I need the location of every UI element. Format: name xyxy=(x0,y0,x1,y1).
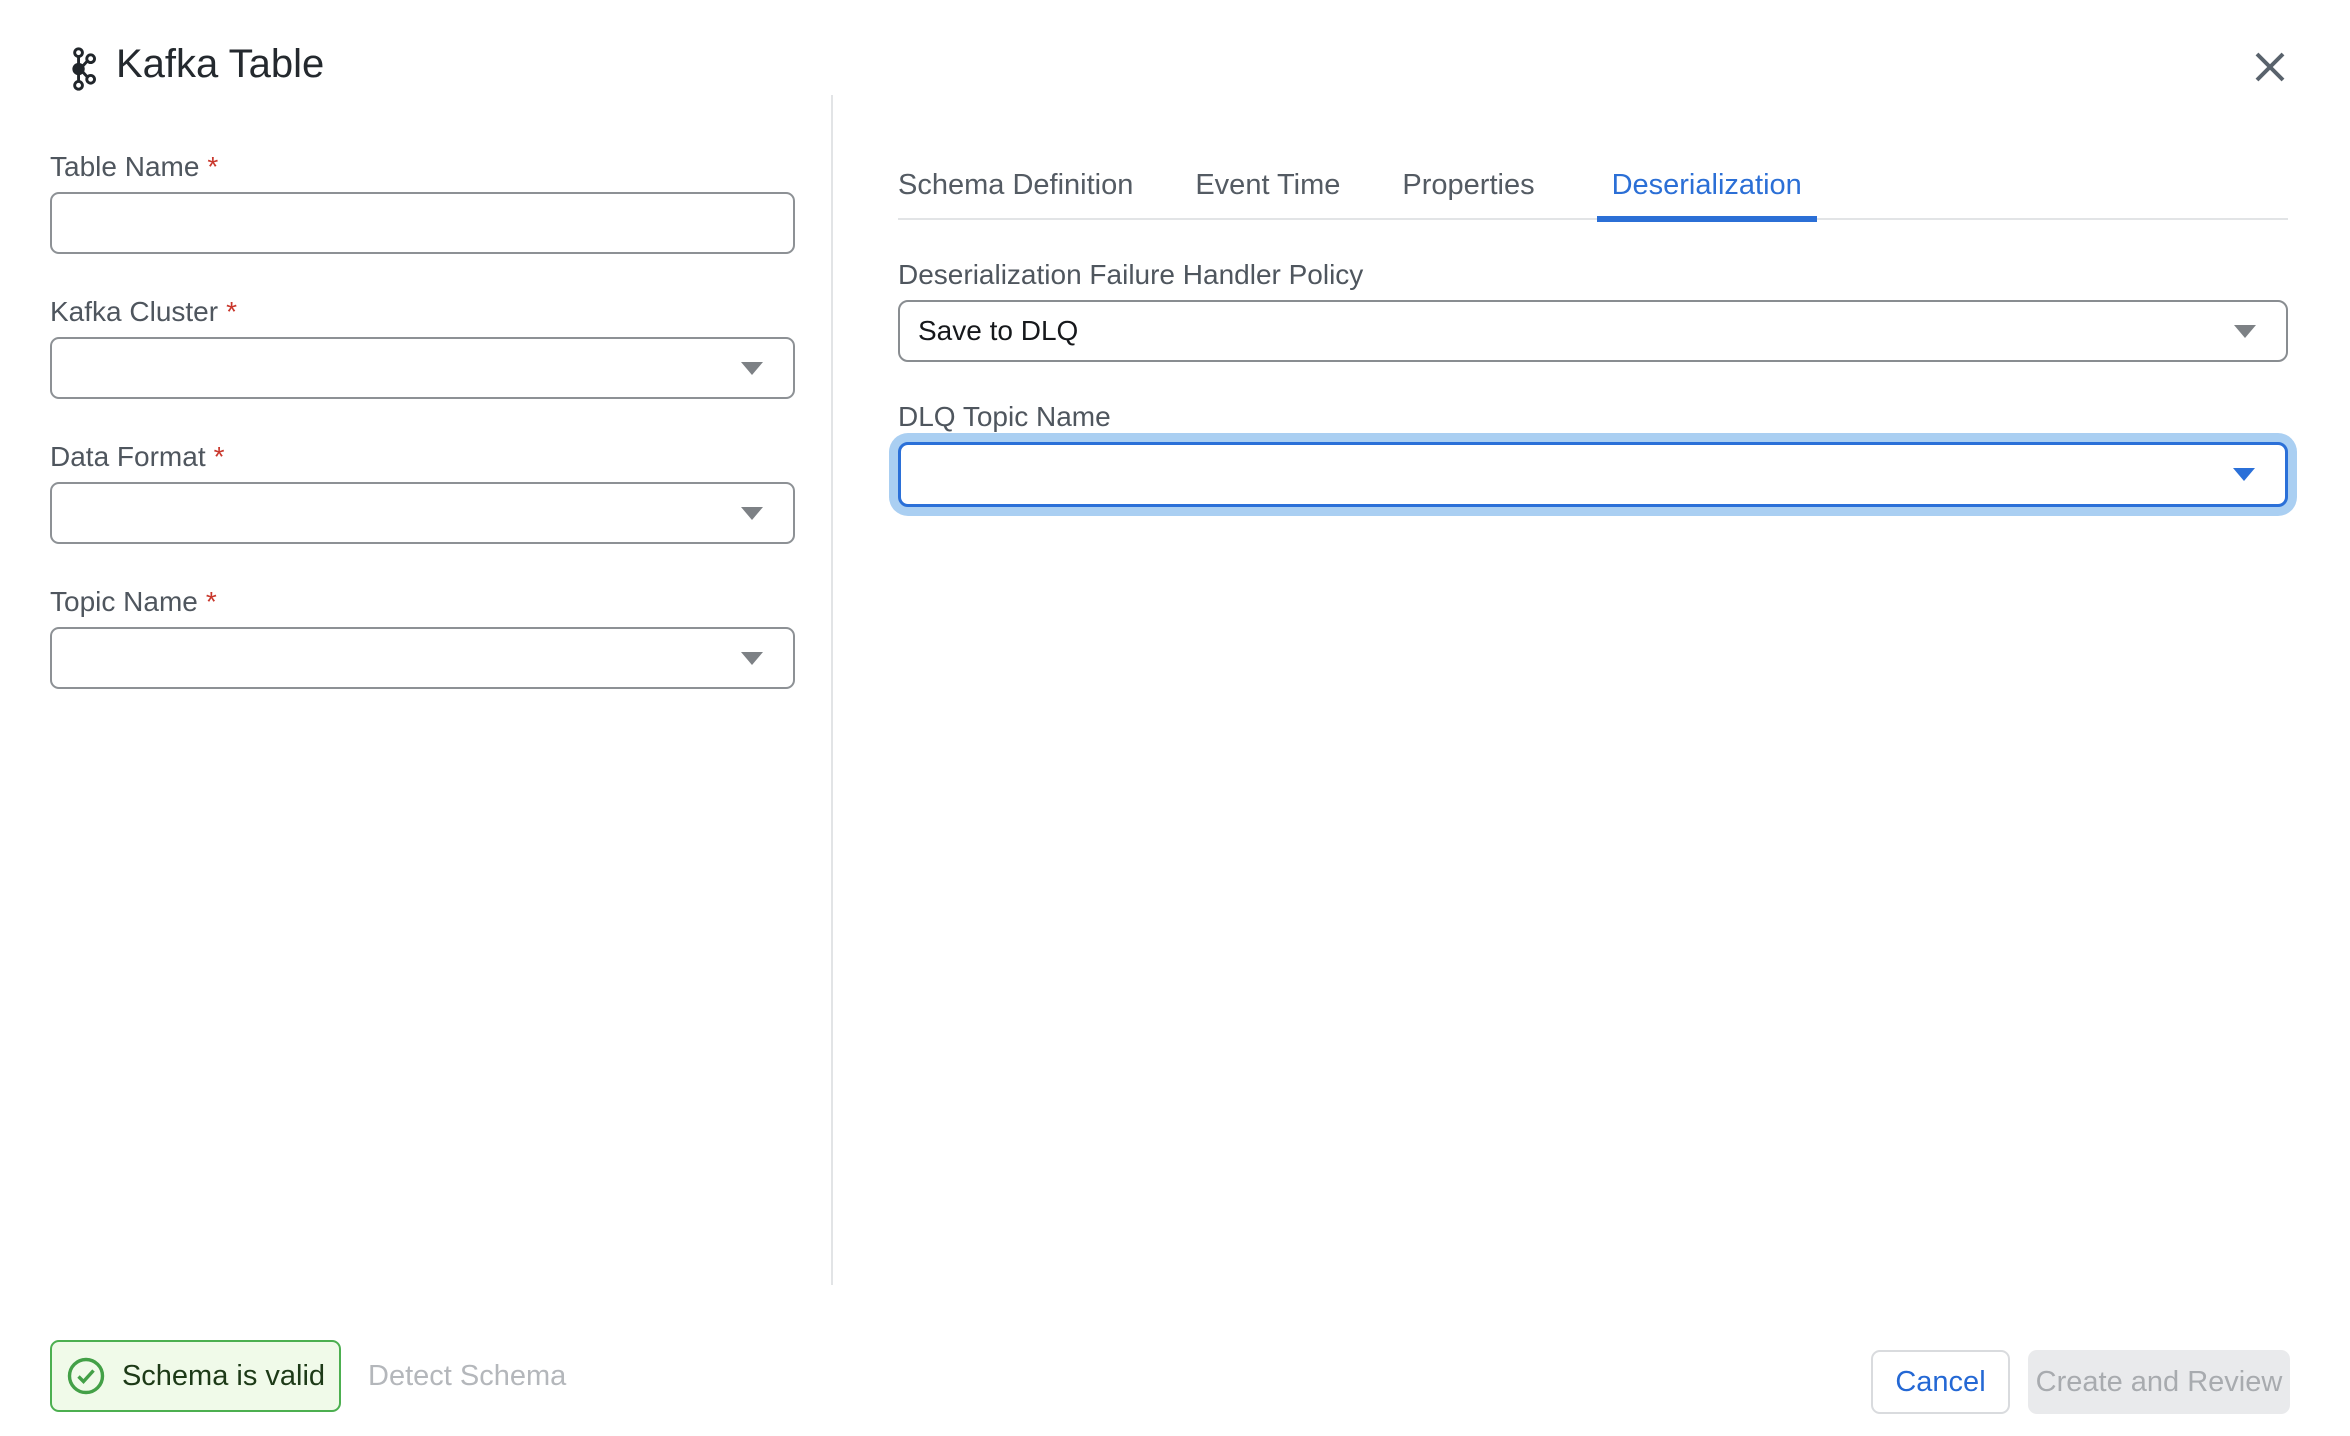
chevron-down-icon xyxy=(741,362,763,375)
kafka-cluster-label: Kafka Cluster* xyxy=(50,295,237,329)
data-format-select[interactable] xyxy=(50,482,795,544)
vertical-divider xyxy=(831,95,833,1285)
tab-deserialization[interactable]: Deserialization xyxy=(1597,168,1817,222)
schema-status-badge: Schema is valid xyxy=(50,1340,341,1412)
topic-name-label: Topic Name* xyxy=(50,585,217,619)
tab-bar: Schema Definition Event Time Properties … xyxy=(898,168,2288,220)
tab-event-time[interactable]: Event Time xyxy=(1195,168,1340,222)
required-asterisk: * xyxy=(214,441,225,472)
detect-schema-button[interactable]: Detect Schema xyxy=(368,1340,566,1412)
failure-policy-select[interactable]: Save to DLQ xyxy=(898,300,2288,362)
required-asterisk: * xyxy=(226,296,237,327)
data-format-label: Data Format* xyxy=(50,440,225,474)
kafka-table-dialog: Kafka Table Table Name* Kafka Cluster* D… xyxy=(0,0,2350,1436)
required-asterisk: * xyxy=(206,586,217,617)
dlq-topic-label: DLQ Topic Name xyxy=(898,400,1111,434)
failure-policy-label: Deserialization Failure Handler Policy xyxy=(898,258,1363,292)
close-button[interactable] xyxy=(2242,40,2298,96)
table-name-input[interactable] xyxy=(50,192,795,254)
cancel-button[interactable]: Cancel xyxy=(1871,1350,2010,1414)
chevron-down-icon xyxy=(2233,468,2255,481)
table-name-label: Table Name* xyxy=(50,150,218,184)
kafka-icon xyxy=(62,46,106,97)
chevron-down-icon xyxy=(741,507,763,520)
kafka-cluster-select[interactable] xyxy=(50,337,795,399)
create-and-review-button[interactable]: Create and Review xyxy=(2028,1350,2290,1414)
topic-name-select[interactable] xyxy=(50,627,795,689)
chevron-down-icon xyxy=(741,652,763,665)
dlq-topic-select[interactable] xyxy=(898,442,2288,507)
schema-status-text: Schema is valid xyxy=(122,1360,325,1393)
check-circle-icon xyxy=(66,1356,106,1396)
failure-policy-value: Save to DLQ xyxy=(918,315,1078,347)
required-asterisk: * xyxy=(207,151,218,182)
tab-properties[interactable]: Properties xyxy=(1402,168,1534,222)
chevron-down-icon xyxy=(2234,325,2256,338)
close-icon xyxy=(2252,49,2288,88)
page-title: Kafka Table xyxy=(116,40,324,88)
tab-schema-definition[interactable]: Schema Definition xyxy=(898,168,1133,222)
